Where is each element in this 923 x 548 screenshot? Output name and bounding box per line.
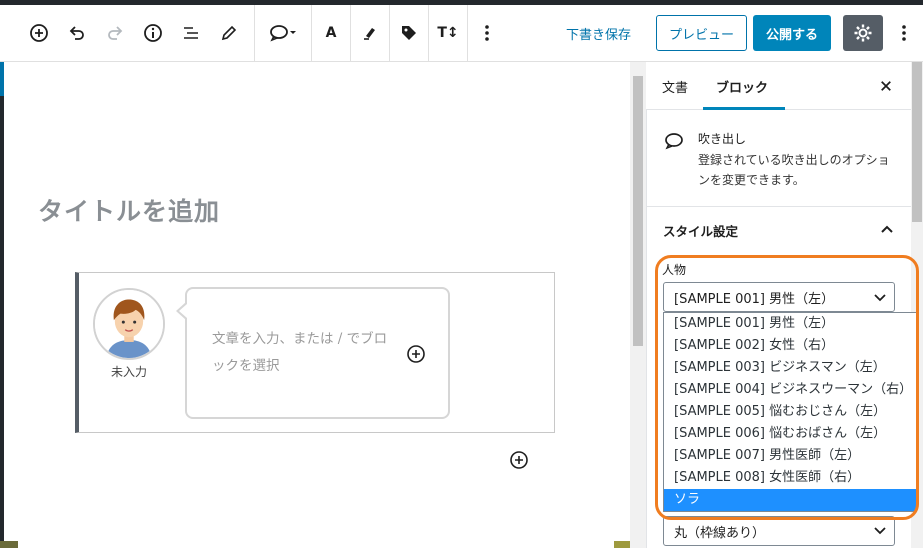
- dropdown-option[interactable]: [SAMPLE 005] 悩むおじさん（左）: [664, 401, 916, 423]
- person-label: 人物: [662, 263, 687, 277]
- tag-icon: [402, 26, 416, 40]
- dropdown-option[interactable]: [SAMPLE 003] ビジネスマン（左）: [664, 357, 916, 379]
- save-draft-link[interactable]: 下書き保存: [566, 24, 631, 43]
- editor-window: A T↕ 下書き保存 プレビュー 公開する タイトルを追加 未入力 文章を入力、…: [0, 0, 923, 548]
- block-switcher-button[interactable]: [255, 5, 311, 61]
- block-card-title: 吹き出し: [698, 132, 747, 146]
- sidebar-tabs: 文書 ブロック: [646, 62, 911, 110]
- dropdown-option[interactable]: [SAMPLE 008] 女性医師（右）: [664, 467, 916, 489]
- plus-circle-icon: [30, 24, 48, 42]
- more-vertical-icon: [902, 25, 906, 41]
- tab-document[interactable]: 文書: [662, 77, 688, 96]
- dropdown-option[interactable]: [SAMPLE 001] 男性（左）: [664, 313, 916, 335]
- person-select[interactable]: [SAMPLE 001] 男性（左）: [663, 282, 895, 312]
- block-card-description: 登録されている吹き出しのオプションを変更できます。: [698, 153, 890, 187]
- bubble-placeholder-text[interactable]: 文章を入力、または / でブロックを選択: [212, 326, 397, 380]
- font-size-button[interactable]: T↕: [429, 5, 467, 61]
- outline-button[interactable]: [172, 5, 210, 61]
- dropdown-option[interactable]: [SAMPLE 007] 男性医師（左）: [664, 445, 916, 467]
- editor-scrollbar[interactable]: [630, 62, 646, 548]
- person-avatar-icon: [95, 290, 163, 358]
- admin-menu-edge: [0, 96, 4, 548]
- divider: [646, 206, 911, 207]
- more-menu-button[interactable]: [893, 15, 915, 51]
- settings-button[interactable]: [843, 15, 883, 51]
- info-button[interactable]: [134, 5, 172, 61]
- toolbar-left-group: A T↕: [0, 5, 506, 61]
- redo-button[interactable]: [96, 5, 134, 61]
- dropdown-option[interactable]: [SAMPLE 004] ビジネスウーマン（右）: [664, 379, 916, 401]
- tag-button[interactable]: [390, 5, 428, 61]
- close-icon: [881, 81, 891, 91]
- preview-button[interactable]: プレビュー: [656, 15, 747, 51]
- chevron-up-icon[interactable]: [880, 222, 894, 236]
- background-strip: [614, 541, 630, 548]
- tools-button[interactable]: [210, 5, 248, 61]
- pencil-icon: [221, 25, 237, 41]
- post-title-input[interactable]: タイトルを追加: [38, 192, 220, 228]
- chevron-down-icon: [874, 527, 886, 535]
- speech-bubble-icon: [270, 25, 296, 42]
- scrollbar-thumb[interactable]: [912, 62, 922, 222]
- publish-button[interactable]: 公開する: [753, 15, 831, 51]
- bubble-tail-fill: [179, 304, 187, 318]
- info-icon: [144, 24, 162, 42]
- undo-icon: [69, 26, 84, 40]
- dropdown-option[interactable]: [SAMPLE 006] 悩むおばさん（左）: [664, 423, 916, 445]
- style-panel-title[interactable]: スタイル設定: [663, 221, 738, 240]
- redo-icon: [108, 26, 123, 40]
- undo-button[interactable]: [58, 5, 96, 61]
- dropdown-option-highlighted[interactable]: ソラ: [664, 489, 916, 511]
- chevron-down-icon: [874, 294, 886, 302]
- avatar-name-label: 未入力: [110, 365, 147, 379]
- inline-add-block-icon[interactable]: [406, 344, 426, 364]
- add-block-button[interactable]: [20, 5, 58, 61]
- admin-menu-accent: [0, 62, 4, 96]
- shape-select[interactable]: 丸（枠線あり）: [663, 516, 895, 546]
- scrollbar-thumb[interactable]: [633, 76, 643, 346]
- gear-icon: [854, 24, 872, 42]
- dropdown-option[interactable]: [SAMPLE 002] 女性（右）: [664, 335, 916, 357]
- more-vertical-icon: [485, 25, 489, 41]
- close-sidebar-button[interactable]: [876, 76, 896, 96]
- background-strip: [0, 541, 18, 548]
- block-more-button[interactable]: [468, 5, 506, 61]
- speech-bubble-icon: [665, 133, 683, 150]
- tab-block[interactable]: ブロック: [716, 77, 768, 96]
- person-dropdown-list[interactable]: [SAMPLE 001] 男性（左） [SAMPLE 002] 女性（右） [S…: [663, 312, 917, 512]
- active-tab-indicator: [703, 107, 785, 110]
- append-block-icon[interactable]: [509, 450, 529, 470]
- font-color-button[interactable]: A: [312, 5, 350, 61]
- highlight-button[interactable]: [351, 5, 389, 61]
- marker-icon: [364, 28, 375, 40]
- list-view-icon: [184, 27, 198, 39]
- top-toolbar: A T↕ 下書き保存 プレビュー 公開する: [0, 0, 923, 62]
- avatar: [93, 288, 165, 360]
